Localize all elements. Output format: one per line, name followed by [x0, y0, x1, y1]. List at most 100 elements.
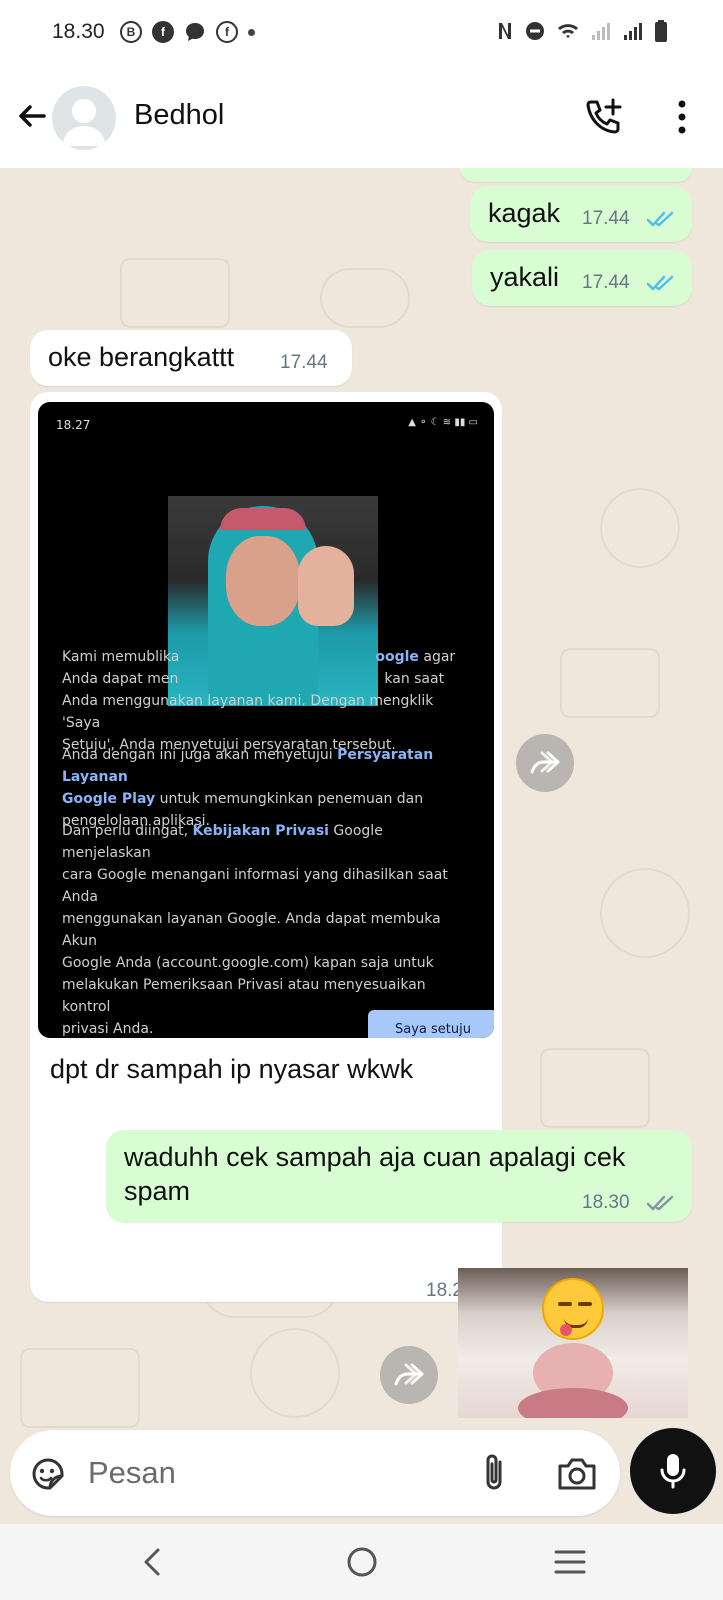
sticker-button[interactable] — [28, 1454, 68, 1494]
do-not-disturb-icon — [526, 22, 544, 40]
b-icon: B — [120, 21, 142, 43]
system-status-icons — [497, 20, 667, 42]
wallpaper-doodle — [20, 1348, 140, 1428]
message-text-line2: spam — [124, 1176, 191, 1206]
avatar[interactable] — [52, 86, 116, 150]
text-fragment: Anda dengan ini juga akan menyetujui — [62, 747, 338, 763]
microphone-icon — [660, 1454, 686, 1489]
emoji-eye — [578, 1302, 592, 1306]
text-fragment: Kami memublika — [62, 649, 180, 665]
screenshot-status-icons: ▲ ⚬ ☾ ≋ ▮▮ ▭ — [408, 417, 478, 428]
composer-bar: Pesan — [0, 1428, 723, 1524]
text-line: cara Google menangani informasi yang dih… — [62, 867, 448, 905]
notification-icons: B f f — [120, 21, 255, 43]
system-navigation-bar — [0, 1524, 723, 1600]
text-fragment: agar — [423, 649, 456, 665]
nav-home-button[interactable] — [342, 1542, 382, 1582]
contact-name[interactable]: Bedhol — [134, 99, 224, 132]
back-arrow-icon — [19, 105, 46, 127]
message-bubble-partial[interactable] — [460, 168, 692, 182]
more-notifications-dot — [248, 28, 255, 36]
message-text: oke berangkattt — [48, 342, 235, 372]
message-text: yakali — [490, 262, 560, 292]
wallpaper-doodle — [600, 488, 680, 568]
status-time: 18.30 — [52, 20, 105, 43]
wallpaper-doodle — [600, 868, 690, 958]
forward-button[interactable] — [516, 734, 574, 792]
shared-screenshot-image[interactable]: 18.27 ▲ ⚬ ☾ ≋ ▮▮ ▭ Kami memublika oogle a… — [38, 402, 494, 1038]
messenger-icon: f — [216, 21, 238, 43]
text-fragment: Dan perlu diingat, — [62, 823, 193, 839]
facebook-icon: f — [152, 21, 174, 43]
wallpaper-doodle — [560, 648, 660, 718]
message-bubble[interactable]: yakali 17.44 — [472, 250, 692, 306]
image-caption: dpt dr sampah ip nyasar wkwk — [50, 1054, 414, 1084]
screenshot-status-time: 18.27 — [56, 418, 91, 432]
more-vertical-icon — [678, 100, 686, 134]
forward-icon — [530, 751, 560, 774]
message-time: 17.44 — [280, 352, 328, 373]
add-call-button[interactable] — [583, 96, 625, 138]
add-call-icon — [586, 98, 622, 134]
emoji-eye — [558, 1302, 572, 1306]
nav-back-icon — [144, 1548, 160, 1576]
message-placeholder: Pesan — [88, 1455, 176, 1490]
link-text: oogle — [375, 649, 419, 665]
message-time: 18.30 — [582, 1192, 630, 1213]
signal-icon — [624, 23, 642, 40]
text-line: menggunakan layanan Google. Anda dapat m… — [62, 911, 441, 949]
read-receipt-icon — [646, 211, 674, 227]
default-avatar-icon — [62, 99, 106, 146]
signal-weak-icon — [592, 23, 610, 40]
chat-bubble-icon — [186, 23, 204, 41]
paperclip-icon — [486, 1454, 502, 1490]
wallpaper-doodle — [320, 268, 410, 328]
text-fragment: untuk memungkinkan penemuan dan — [155, 791, 424, 807]
more-options-button[interactable] — [670, 96, 694, 138]
status-bar: 18.30 B f f — [0, 0, 723, 66]
yum-emoji-icon — [542, 1278, 604, 1340]
link-text: Google Play — [62, 791, 156, 807]
agree-button: Saya setuju — [368, 1010, 494, 1038]
message-text-line1: waduhh cek sampah aja cuan apalagi cek — [124, 1142, 626, 1172]
text-line: Google Anda (account.google.com) kapan s… — [62, 955, 434, 971]
message-bubble[interactable]: kagak 17.44 — [470, 186, 692, 242]
message-input[interactable]: Pesan — [10, 1430, 620, 1516]
nfc-icon — [499, 23, 511, 39]
nav-home-icon — [347, 1547, 377, 1577]
voice-message-button[interactable] — [630, 1428, 716, 1514]
forward-button[interactable] — [380, 1346, 438, 1404]
message-time: 17.44 — [582, 208, 630, 229]
read-receipt-icon — [646, 275, 674, 291]
forward-icon — [394, 1363, 424, 1386]
message-bubble[interactable]: waduhh cek sampah aja cuan apalagi cek s… — [106, 1130, 692, 1222]
photo-detail — [220, 508, 306, 530]
text-fragment: Anda dapat men — [62, 671, 179, 687]
link-text: Kebijakan Privasi — [192, 823, 329, 839]
screenshot-paragraph-2: Anda dengan ini juga akan menyetujui Per… — [62, 744, 472, 832]
message-text: kagak — [488, 198, 561, 228]
delivered-receipt-icon — [646, 1195, 674, 1211]
back-button[interactable] — [12, 96, 52, 136]
cat-image-message[interactable] — [458, 1268, 688, 1418]
message-time: 17.44 — [582, 272, 630, 293]
text-fragment: kan saat — [384, 671, 445, 687]
chat-header: Bedhol — [0, 66, 723, 168]
nav-recents-icon — [554, 1550, 586, 1574]
nav-recents-button[interactable] — [550, 1542, 590, 1582]
camera-button[interactable] — [556, 1454, 598, 1494]
text-line: Anda menggunakan layanan kami. Dengan me… — [62, 693, 434, 731]
emoji-tongue — [560, 1324, 572, 1336]
cat-mouth — [518, 1388, 628, 1418]
battery-icon — [655, 20, 667, 42]
nav-back-button[interactable] — [134, 1542, 174, 1582]
photo-face — [226, 536, 300, 626]
sticker-icon — [32, 1458, 64, 1490]
wallpaper-doodle — [250, 1328, 340, 1418]
wallpaper-doodle — [120, 258, 230, 328]
photo-hand — [298, 546, 354, 626]
attach-button[interactable] — [478, 1452, 512, 1494]
screenshot-paragraph-3: Dan perlu diingat, Kebijakan Privasi Goo… — [62, 820, 472, 1038]
wallpaper-doodle — [540, 1048, 650, 1128]
message-bubble[interactable]: oke berangkattt 17.44 — [30, 330, 352, 386]
